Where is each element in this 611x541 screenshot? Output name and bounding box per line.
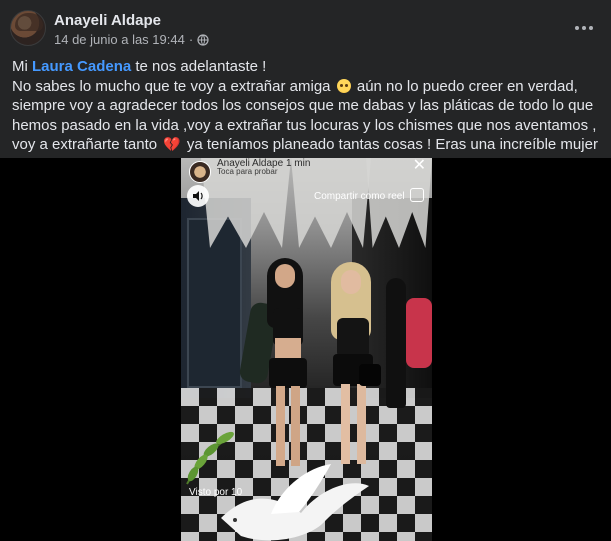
mention-link[interactable]: Laura Cadena xyxy=(32,58,131,75)
person-leg xyxy=(291,386,300,466)
person-leg xyxy=(357,384,366,464)
author-name[interactable]: Anayeli Aldape xyxy=(54,12,161,29)
story-subtitle: Toca para probar xyxy=(217,167,278,176)
dove-icon xyxy=(221,464,369,541)
message-suffix: te nos adelantaste ! xyxy=(135,58,267,75)
post-meta: 14 de junio a las 19:44 · xyxy=(54,32,209,47)
story-age: 1 min xyxy=(285,158,311,169)
person-skirt xyxy=(269,358,307,388)
person-top xyxy=(337,318,369,358)
story-header: Anayeli Aldape 1 min Toca para probar ✕ … xyxy=(181,158,432,208)
post-message: Mi Laura Cadena te nos adelantaste ! No … xyxy=(12,57,600,174)
views-count: Visto por 10 xyxy=(189,487,243,498)
person-leg xyxy=(276,386,285,466)
broken-heart-emoji: 💔 xyxy=(163,136,181,152)
person-midriff xyxy=(275,338,301,360)
post-header: Anayeli Aldape 14 de junio a las 19:44 · xyxy=(10,10,600,50)
message-prefix: Mi xyxy=(12,58,28,75)
sound-icon[interactable] xyxy=(187,185,209,207)
meta-separator: · xyxy=(188,32,194,47)
facebook-post: Anayeli Aldape 14 de junio a las 19:44 ·… xyxy=(0,0,611,541)
author-avatar[interactable] xyxy=(10,10,46,46)
share-reel-label[interactable]: Compartir como reel xyxy=(314,191,405,202)
post-timestamp[interactable]: 14 de junio a las 19:44 xyxy=(54,32,185,47)
person-leg xyxy=(341,384,350,464)
sad-face-emoji xyxy=(336,78,351,93)
door xyxy=(187,218,242,388)
person-face xyxy=(341,270,361,294)
share-reel-icon[interactable] xyxy=(410,188,424,202)
background-crowd xyxy=(382,278,432,428)
person-face xyxy=(275,264,295,288)
more-options-icon[interactable] xyxy=(572,16,596,40)
story-screenshot: Anayeli Aldape 1 min Toca para probar ✕ … xyxy=(181,158,432,541)
message-line1: Mi Laura Cadena te nos adelantaste ! xyxy=(12,57,600,77)
post-media[interactable]: Anayeli Aldape 1 min Toca para probar ✕ … xyxy=(0,158,611,541)
story-avatar xyxy=(189,161,211,183)
close-icon[interactable]: ✕ xyxy=(413,158,426,174)
globe-icon xyxy=(197,33,209,46)
story-views: Visto por 10 xyxy=(189,487,242,498)
message-body-part1: No sabes lo mucho que te voy a extrañar … xyxy=(12,77,331,95)
handbag xyxy=(359,364,381,386)
